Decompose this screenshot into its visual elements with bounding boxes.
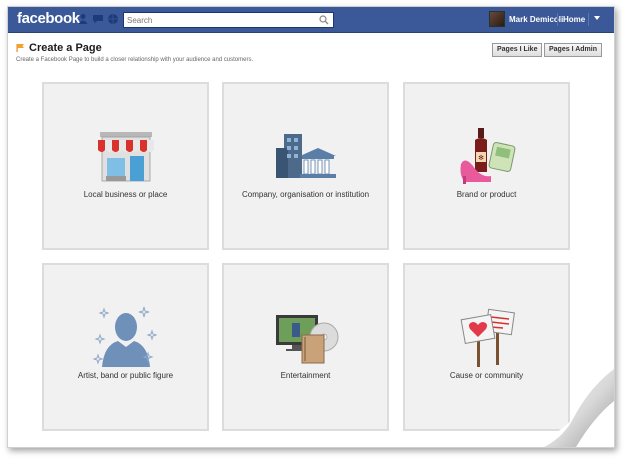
divider [557,13,558,26]
avatar[interactable] [489,11,505,27]
page-subtitle: Create a Facebook Page to build a closer… [16,57,254,63]
company-buildings-icon [275,134,336,178]
category-label: Brand or product [456,190,517,199]
top-bar: facebook Mark Demicoli Home [8,7,614,33]
pages-i-like-button[interactable]: Pages I Like [492,43,543,57]
account-menu-chevron-down-icon[interactable] [594,16,600,20]
messages-icon[interactable] [92,13,104,25]
public-figure-icon [91,306,158,367]
page-title: Create a Page [29,42,102,54]
profile-link[interactable]: Mark Demicoli [489,11,563,27]
divider [588,13,589,26]
facebook-logo[interactable]: facebook [17,10,80,27]
entertainment-icon [275,315,338,364]
category-entertainment[interactable]: Entertainment [222,263,389,431]
flag-icon [16,44,24,52]
category-brand-product[interactable]: ✻ Brand or product [403,82,570,250]
user-name[interactable]: Mark Demicoli [509,15,563,24]
category-label: Entertainment [280,371,331,380]
browser-frame: facebook Mark Demicoli Home [7,6,615,448]
search-box[interactable] [123,12,334,28]
page-curl [524,357,614,447]
svg-text:✻: ✻ [478,154,484,162]
category-label: Company, organisation or institution [241,190,370,199]
category-label: Artist, band or public figure [77,371,174,380]
category-company[interactable]: Company, organisation or institution [222,82,389,250]
storefront-icon [97,132,154,182]
category-local-business[interactable]: Local business or place [42,82,209,250]
friend-requests-icon[interactable] [77,13,89,25]
category-artist-public-figure[interactable]: Artist, band or public figure [42,263,209,431]
pages-i-admin-button[interactable]: Pages I Admin [544,43,602,57]
category-label: Local business or place [83,190,168,199]
search-icon[interactable] [318,14,330,26]
cause-signs-icon [460,308,515,367]
search-input[interactable] [124,13,312,27]
notifications-globe-icon[interactable] [107,13,119,25]
brand-products-icon: ✻ [460,128,515,184]
home-link[interactable]: Home [563,15,585,24]
